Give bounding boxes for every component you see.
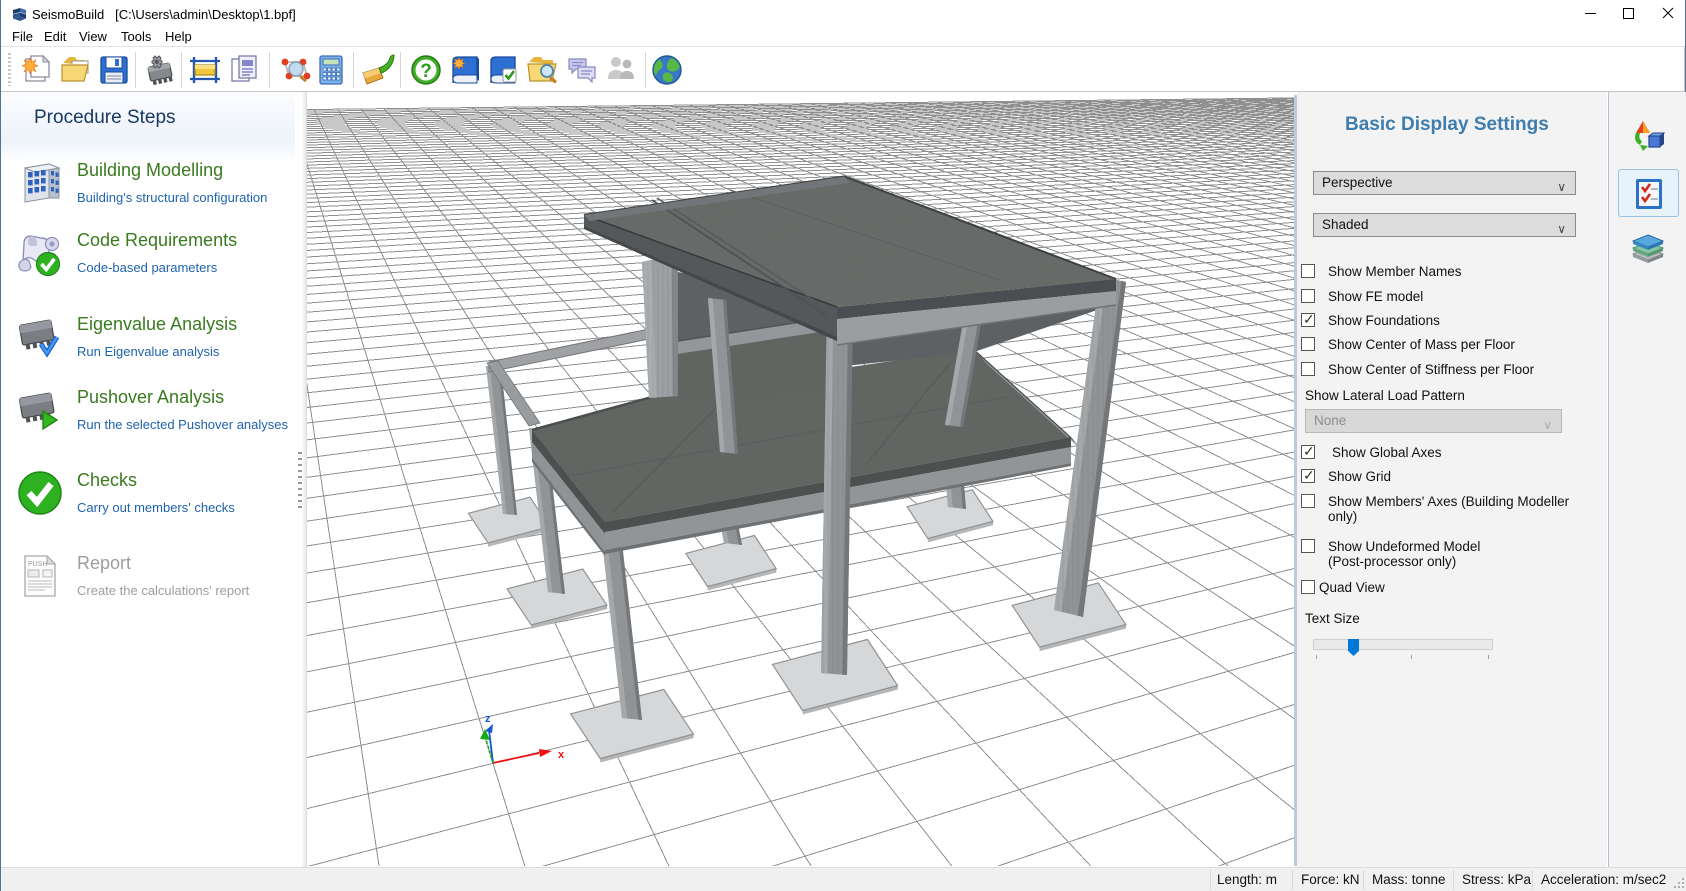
svg-text:PUSH: PUSH bbox=[28, 561, 47, 568]
svg-text:?: ? bbox=[420, 61, 432, 82]
svg-text:z: z bbox=[485, 713, 491, 725]
svg-text:x: x bbox=[558, 749, 565, 761]
